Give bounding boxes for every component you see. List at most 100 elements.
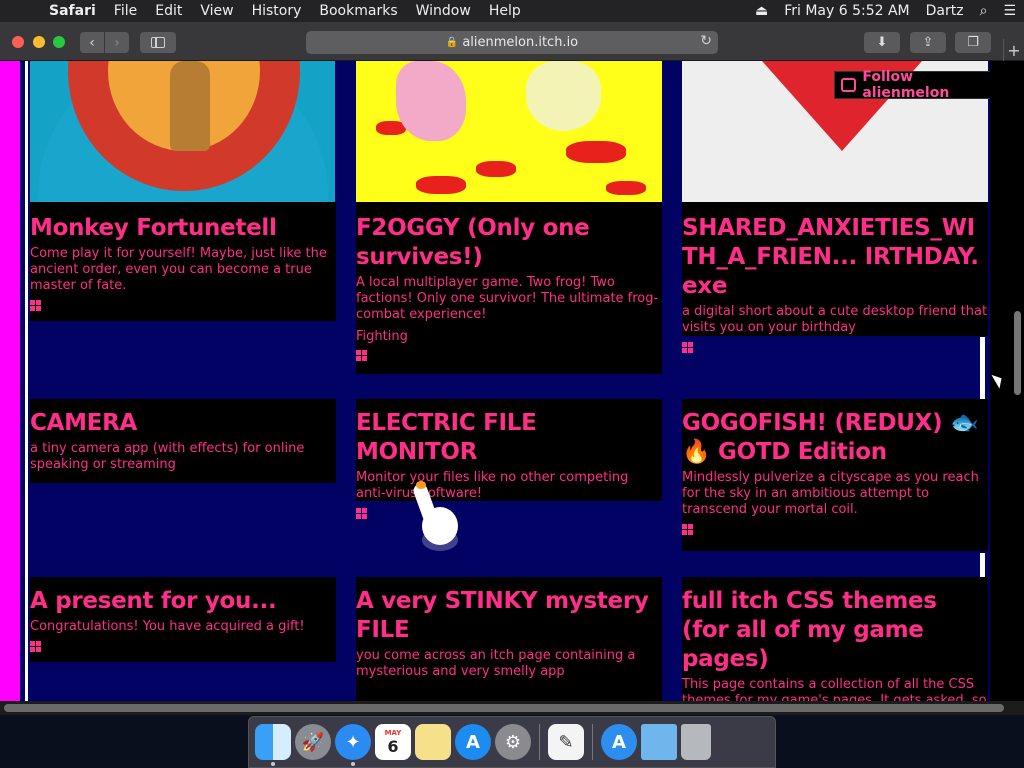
chevron-right-icon: › bbox=[114, 34, 120, 51]
running-indicator bbox=[351, 762, 355, 766]
platform-icons bbox=[356, 508, 662, 519]
minimize-window-button[interactable] bbox=[33, 36, 45, 48]
windows-icon bbox=[356, 508, 367, 519]
finder-icon[interactable] bbox=[255, 724, 291, 766]
game-description: This page contains a collection of all t… bbox=[682, 677, 987, 701]
platform-icons bbox=[682, 524, 988, 535]
zoom-window-button[interactable] bbox=[53, 36, 65, 48]
game-card[interactable]: ELECTRIC FILE MONITOR Monitor your files… bbox=[356, 399, 662, 519]
thumbnail-shape bbox=[566, 141, 626, 163]
download-icon: ⬇ bbox=[876, 35, 888, 50]
goose-beak bbox=[416, 481, 426, 489]
decorative-line bbox=[980, 337, 985, 399]
game-thumbnail-f2oggy[interactable] bbox=[356, 61, 662, 202]
tab-overview-button[interactable]: ❐ bbox=[955, 32, 991, 53]
game-title[interactable]: A very STINKY mystery FILE bbox=[356, 587, 662, 645]
menu-history[interactable]: History bbox=[243, 3, 311, 19]
reload-icon[interactable]: ↻ bbox=[700, 33, 712, 49]
close-window-button[interactable] bbox=[12, 36, 24, 48]
textedit-icon[interactable]: ✎ bbox=[548, 724, 584, 760]
thumbnail-figure bbox=[526, 61, 601, 131]
decorative-line bbox=[25, 61, 28, 701]
game-title[interactable]: F2OGGY (Only one survives!) bbox=[356, 214, 662, 272]
tabs-icon: ❐ bbox=[967, 35, 979, 50]
new-tab-button[interactable]: + bbox=[1003, 39, 1024, 61]
calendar-month: MAY bbox=[384, 728, 402, 737]
game-description: Monitor your files like no other competi… bbox=[356, 470, 629, 501]
vertical-scrollbar-thumb[interactable] bbox=[1014, 311, 1021, 395]
desktop-goose bbox=[411, 479, 464, 553]
windows-icon bbox=[30, 641, 41, 652]
safari-icon[interactable]: ✦ bbox=[335, 724, 371, 766]
decorative-line bbox=[980, 553, 985, 577]
dock-separator bbox=[592, 724, 593, 760]
menu-edit[interactable]: Edit bbox=[146, 3, 191, 19]
windows-icon bbox=[682, 524, 693, 535]
back-button[interactable]: ‹ bbox=[80, 32, 104, 53]
follow-button[interactable]: Follow alienmelon bbox=[834, 69, 998, 101]
game-title[interactable]: GOGOFISH! (REDUX) 🐟🔥 GOTD Edition bbox=[682, 409, 988, 467]
menu-bookmarks[interactable]: Bookmarks bbox=[310, 3, 406, 19]
thumbnail-shape bbox=[606, 181, 646, 195]
menu-window[interactable]: Window bbox=[407, 3, 480, 19]
game-card[interactable]: CAMERA a tiny camera app (with effects) … bbox=[30, 399, 336, 483]
game-thumbnail-monkey-fortunetell[interactable] bbox=[30, 61, 335, 202]
launchpad-icon[interactable]: 🚀 bbox=[295, 724, 331, 760]
game-card[interactable]: A very STINKY mystery FILE you come acro… bbox=[356, 577, 662, 701]
game-description: you come across an itch page containing … bbox=[356, 648, 636, 679]
menu-file[interactable]: File bbox=[105, 3, 146, 19]
browser-toolbar: ‹ › 🔒 alienmelon.itch.io ↻ ⬇ ⇪ ❐ bbox=[0, 22, 1024, 61]
game-card[interactable]: Monkey Fortunetell Come play it for your… bbox=[30, 202, 336, 321]
trash-icon[interactable] bbox=[681, 724, 711, 760]
game-card[interactable]: full itch CSS themes (for all of my game… bbox=[682, 577, 988, 701]
thumbnail-figure bbox=[396, 61, 466, 141]
app-store-icon[interactable]: A bbox=[455, 724, 491, 760]
game-description: Congratulations! You have acquired a gif… bbox=[30, 619, 305, 634]
menu-view[interactable]: View bbox=[191, 3, 242, 19]
platform-icons bbox=[356, 350, 662, 361]
game-title[interactable]: full itch CSS themes (for all of my game… bbox=[682, 587, 988, 674]
menu-app-name[interactable]: Safari bbox=[40, 3, 105, 19]
menu-clock[interactable]: Fri May 6 5:52 AM bbox=[776, 3, 917, 19]
thumbnail-shape bbox=[416, 176, 466, 194]
dock-separator bbox=[539, 724, 540, 760]
chevron-left-icon: ‹ bbox=[89, 34, 95, 51]
calendar-icon[interactable]: MAY 6 bbox=[375, 724, 411, 760]
game-card[interactable]: A present for you... Congratulations! Yo… bbox=[30, 577, 336, 662]
follow-label: Follow alienmelon bbox=[862, 69, 950, 101]
game-card[interactable]: GOGOFISH! (REDUX) 🐟🔥 GOTD Edition Mindle… bbox=[682, 399, 988, 551]
game-card[interactable]: F2OGGY (Only one survives!) A local mult… bbox=[356, 202, 662, 374]
running-indicator bbox=[271, 762, 275, 766]
spotlight-search-icon[interactable]: ⌕ bbox=[972, 3, 996, 19]
forward-button[interactable]: › bbox=[105, 32, 129, 53]
menu-help[interactable]: Help bbox=[480, 3, 530, 19]
notes-icon[interactable] bbox=[415, 724, 451, 760]
downloads-button[interactable]: ⬇ bbox=[864, 32, 900, 53]
lock-icon: 🔒 bbox=[445, 37, 459, 48]
platform-icons bbox=[682, 342, 988, 353]
horizontal-scrollbar-thumb[interactable] bbox=[4, 704, 1004, 712]
game-title[interactable]: SHARED_ANXIETIES_WITH_A_FRIEN... IRTHDAY… bbox=[682, 214, 988, 301]
system-preferences-icon[interactable]: ⚙ bbox=[495, 724, 531, 760]
game-genre[interactable]: Fighting bbox=[356, 329, 662, 344]
game-description: Come play it for yourself! Maybe, just l… bbox=[30, 246, 327, 293]
game-title[interactable]: ELECTRIC FILE MONITOR bbox=[356, 409, 662, 467]
share-button[interactable]: ⇪ bbox=[910, 32, 946, 53]
menu-bar: Safari File Edit View History Bookmarks … bbox=[0, 0, 1024, 22]
applications-folder-icon[interactable]: A bbox=[601, 724, 637, 760]
game-description: A local multiplayer game. Two frog! Two … bbox=[356, 275, 659, 322]
sidebar-toggle-button[interactable] bbox=[140, 32, 176, 53]
documents-folder-icon[interactable] bbox=[641, 724, 677, 760]
address-bar[interactable]: 🔒 alienmelon.itch.io ↻ bbox=[306, 31, 718, 54]
menu-user[interactable]: Dartz bbox=[918, 3, 972, 19]
horizontal-scrollbar[interactable] bbox=[0, 701, 1024, 715]
game-title[interactable]: CAMERA bbox=[30, 409, 336, 438]
game-title[interactable]: Monkey Fortunetell bbox=[30, 214, 334, 243]
platform-icons bbox=[30, 300, 334, 311]
thumbnail-figure bbox=[170, 61, 210, 151]
notification-center-icon[interactable]: ☰ bbox=[995, 3, 1024, 19]
game-title[interactable]: A present for you... bbox=[30, 587, 336, 616]
game-card[interactable]: SHARED_ANXIETIES_WITH_A_FRIEN... IRTHDAY… bbox=[682, 202, 988, 353]
eject-icon[interactable]: ⏏ bbox=[747, 3, 776, 19]
decorative-side-bar bbox=[0, 61, 20, 701]
